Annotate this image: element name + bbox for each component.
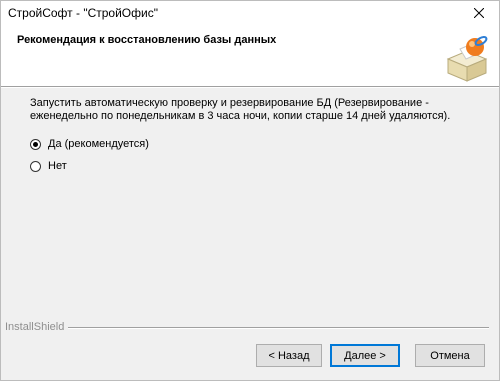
description-text: Запустить автоматическую проверку и резе… [30,97,451,122]
option-yes[interactable]: Да (рекомендуется) [30,137,149,151]
installer-box-icon [446,36,488,82]
brand-label: InstallShield [5,321,69,333]
next-button[interactable]: Далее > [330,344,400,367]
window-title: СтройСофт - "СтройОфис" [8,6,158,20]
option-no-label: Нет [48,160,67,172]
radio-no[interactable] [30,160,41,172]
installer-dialog: СтройСофт - "СтройОфис" Рекомендация к в… [0,0,500,381]
cancel-button[interactable]: Отмена [415,344,485,367]
brand-separator: InstallShield [1,321,499,335]
dialog-header: Рекомендация к восстановлению базы данны… [1,25,499,86]
option-no[interactable]: Нет [30,159,67,173]
close-button[interactable] [459,1,499,25]
title-bar: СтройСофт - "СтройОфис" [1,1,499,25]
brand-rule [65,327,489,329]
header-divider [1,86,499,88]
back-button[interactable]: < Назад [256,344,322,367]
page-title: Рекомендация к восстановлению базы данны… [17,34,277,46]
radio-yes[interactable] [30,138,41,150]
close-icon [474,8,484,18]
option-yes-label: Да (рекомендуется) [48,138,149,150]
